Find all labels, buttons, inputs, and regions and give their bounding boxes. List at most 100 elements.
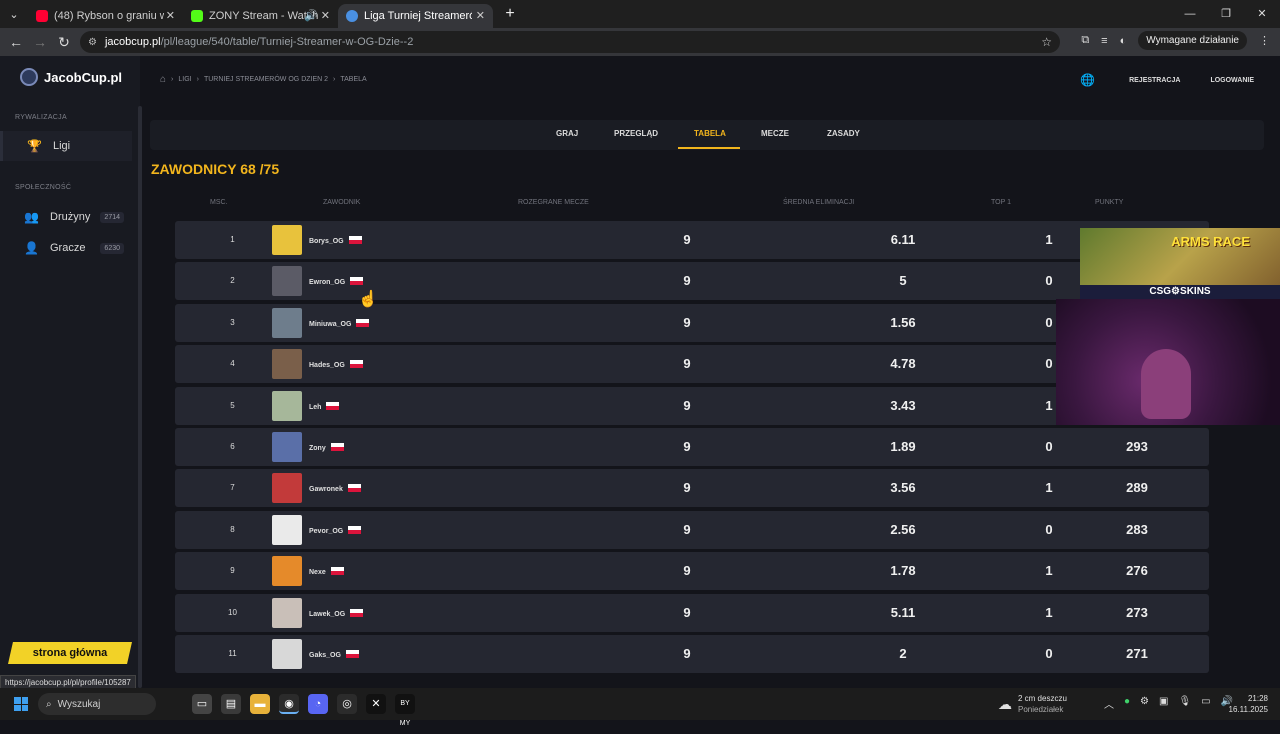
site-info-icon[interactable]: ⚙ — [88, 37, 97, 48]
player-avatar[interactable] — [272, 307, 302, 338]
microphone-icon[interactable]: 🎙 — [1178, 696, 1191, 711]
tab-rules[interactable]: ZASADY — [827, 129, 860, 138]
capcut-icon[interactable]: ✕ — [366, 694, 386, 714]
table-row[interactable]: 8 Pevor_OG 9 2.56 0 283 — [175, 510, 1209, 549]
player-name[interactable]: Gaks_OG — [309, 650, 359, 659]
player-avatar[interactable] — [272, 266, 302, 297]
avg-kills-cell: 6.11 — [890, 232, 916, 247]
task-view-icon[interactable]: ▭ — [192, 694, 212, 714]
weather-widget[interactable]: ☁ 2 cm deszczu Poniedziałek — [998, 693, 1067, 715]
table-row[interactable]: 5 Leh 9 3.43 1 — [175, 386, 1209, 425]
browser-tab-kick[interactable]: ZONY Stream - Watch Live 🔊 ✕ — [183, 4, 338, 28]
sidebar-item-teams[interactable]: 👥 Drużyny 2714 — [0, 202, 132, 232]
breadcrumb-leagues[interactable]: LIGI — [178, 76, 191, 83]
tab-search-icon[interactable]: ⌄ — [0, 8, 28, 21]
player-name[interactable]: Borys_OG — [309, 236, 362, 245]
tab-play[interactable]: GRAJ — [556, 129, 578, 138]
player-avatar[interactable] — [272, 225, 302, 255]
player-name[interactable]: Lawek_OG — [309, 608, 364, 618]
player-avatar[interactable] — [272, 556, 302, 587]
bookmark-star-icon[interactable]: ☆ — [1041, 35, 1052, 49]
table-row[interactable]: 3 Miniuwa_OG 9 1.56 0 — [175, 303, 1209, 342]
new-tab-button[interactable]: + — [499, 3, 521, 25]
player-name[interactable]: Nexe — [309, 567, 344, 576]
sidebar-scrollbar[interactable] — [138, 106, 142, 688]
player-avatar[interactable] — [272, 473, 302, 504]
sidebar-item-players[interactable]: 👤 Gracze 6230 — [0, 233, 132, 263]
sidebar-item-label: Gracze — [50, 242, 86, 254]
col-header-played: ROZEGRANE MECZE — [518, 199, 589, 206]
close-tab-icon[interactable]: 🔊 ✕ — [300, 9, 330, 22]
player-avatar[interactable] — [272, 390, 302, 421]
sidebar-item-leagues[interactable]: 🏆 Ligi — [0, 131, 132, 161]
network-icon[interactable]: ▣ — [1159, 696, 1168, 711]
browser-tab-jacobcup[interactable]: Liga Turniej Streamerów OG Dz ✕ — [338, 3, 493, 28]
tab-table[interactable]: TABELA — [694, 129, 726, 138]
spotify-icon[interactable]: BY MY — [395, 694, 415, 727]
status-dot-icon[interactable]: ● — [1124, 696, 1130, 711]
player-avatar[interactable] — [272, 639, 302, 669]
profile-avatar[interactable]: ◐ — [1120, 35, 1127, 47]
tab-overview[interactable]: PRZEGLĄD — [614, 129, 658, 138]
clock[interactable]: 21:28 16.11.2025 — [1229, 693, 1268, 715]
table-row[interactable]: 6 Zony 9 1.89 0 293 — [175, 428, 1209, 466]
windows-start-icon[interactable] — [14, 697, 28, 711]
breadcrumb: ⌂ › LIGI › TURNIEJ STREAMERÓW OG DZIEN 2… — [160, 74, 367, 85]
media-control-icon[interactable]: ≡ — [1101, 35, 1107, 47]
minimize-icon[interactable]: — — [1172, 0, 1208, 28]
player-name[interactable]: Hades_OG — [309, 360, 363, 369]
chrome-icon[interactable]: ◉ — [279, 694, 299, 714]
tab-matches[interactable]: MECZE — [761, 129, 789, 138]
home-page-button[interactable]: strona główna — [8, 642, 132, 664]
table-row[interactable]: 9 Nexe 9 1.78 1 276 — [175, 552, 1209, 591]
register-link[interactable]: REJESTRACJA — [1129, 77, 1180, 84]
file-explorer-icon[interactable]: ▬ — [250, 694, 270, 714]
discord-icon[interactable]: ◔ — [308, 694, 328, 714]
played-cell: 9 — [683, 521, 691, 537]
obs-icon[interactable]: ◎ — [337, 694, 357, 714]
table-row[interactable]: 1 Borys_OG 9 6.11 1 — [175, 221, 1209, 259]
steam-icon[interactable]: ⚙ — [1140, 696, 1149, 711]
close-tab-icon[interactable]: ✕ — [162, 9, 175, 22]
address-bar[interactable]: ⚙ jacobcup.pl /pl/league/540/table/Turni… — [80, 31, 1060, 53]
menu-icon[interactable]: ⋮ — [1259, 34, 1270, 47]
back-icon[interactable]: ← — [4, 34, 28, 50]
player-avatar[interactable] — [272, 514, 302, 545]
player-avatar[interactable] — [272, 432, 302, 462]
player-name[interactable]: Pevor_OG — [309, 525, 362, 535]
page-topbar: ⌂ › LIGI › TURNIEJ STREAMERÓW OG DZIEN 2… — [150, 56, 1280, 100]
login-link[interactable]: LOGOWANIE — [1210, 77, 1254, 84]
browser-tab-youtube[interactable]: (48) Rybson o graniu w 3 zespo ✕ — [28, 4, 183, 28]
table-row[interactable]: 11 Gaks_OG 9 2 0 271 — [175, 635, 1209, 673]
table-row[interactable]: 2 Ewron_OG 9 5 0 — [175, 262, 1209, 301]
breadcrumb-tournament[interactable]: TURNIEJ STREAMERÓW OG DZIEN 2 — [204, 76, 328, 83]
home-icon[interactable]: ⌂ — [160, 74, 166, 85]
table-row[interactable]: 7 Gawronek 9 3.56 1 289 — [175, 469, 1209, 508]
widget-app-icon[interactable]: ▤ — [221, 694, 241, 714]
player-name[interactable]: Gawronek — [309, 484, 361, 493]
table-row[interactable]: 4 Hades_OG 9 4.78 0 — [175, 345, 1209, 384]
maximize-icon[interactable]: ❐ — [1208, 0, 1244, 28]
player-name[interactable]: Zony — [309, 443, 344, 452]
jacobcup-logo-icon — [20, 68, 38, 86]
chevron-up-icon[interactable]: ︿ — [1104, 696, 1114, 711]
close-tab-icon[interactable]: ✕ — [471, 9, 485, 22]
forward-icon[interactable]: → — [28, 34, 52, 50]
display-icon[interactable]: ▭ — [1201, 696, 1210, 711]
player-avatar[interactable] — [272, 349, 302, 380]
close-window-icon[interactable]: ✕ — [1244, 0, 1280, 28]
browser-toolbar: ← → ↻ ⚙ jacobcup.pl /pl/league/540/table… — [0, 28, 1280, 56]
table-row[interactable]: 10 Lawek_OG 9 5.11 1 273 — [175, 593, 1209, 632]
player-name[interactable]: Leh — [309, 401, 340, 411]
player-name[interactable]: Ewron_OG — [309, 277, 364, 286]
search-placeholder: Wyszukaj — [57, 698, 101, 710]
globe-icon[interactable]: 🌐 — [1080, 73, 1095, 87]
extensions-icon[interactable]: ⧉ — [1081, 34, 1089, 47]
taskbar-search[interactable]: ⌕ Wyszukaj — [38, 693, 156, 715]
player-name[interactable]: Miniuwa_OG — [309, 318, 370, 328]
required-action-button[interactable]: Wymagane działanie — [1138, 31, 1247, 50]
reload-icon[interactable]: ↻ — [52, 34, 76, 51]
clock-date: 16.11.2025 — [1228, 705, 1268, 714]
site-logo[interactable]: JacobCup.pl — [20, 68, 122, 86]
player-avatar[interactable] — [272, 597, 302, 628]
